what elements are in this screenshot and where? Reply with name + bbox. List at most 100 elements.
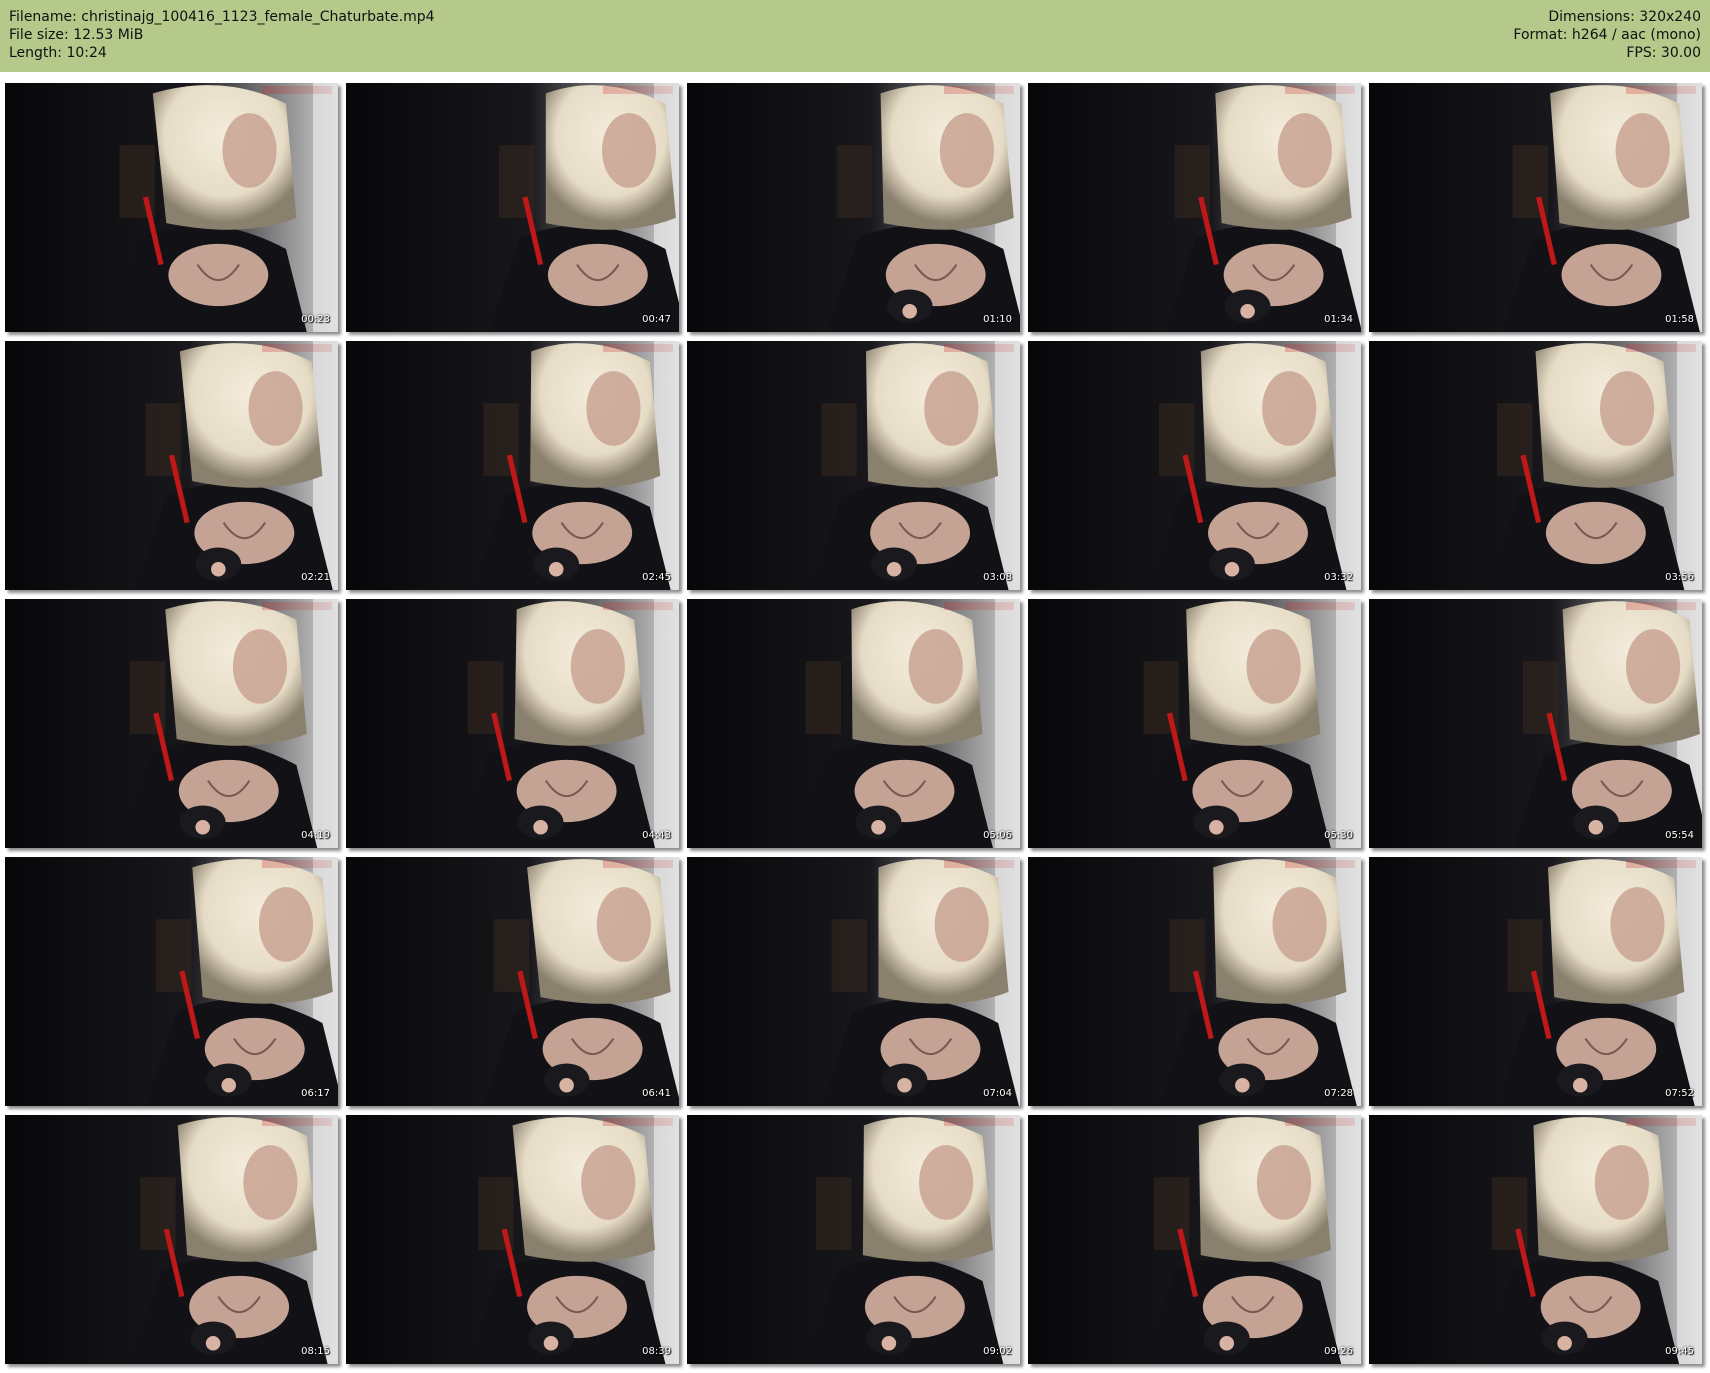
frame-timestamp: 09:45 — [1665, 1346, 1694, 1357]
frame-image — [5, 341, 338, 590]
frame-image — [346, 83, 679, 332]
watermark-logo — [262, 1118, 332, 1126]
frame-timestamp: 02:45 — [642, 572, 671, 583]
video-frame-thumbnail[interactable]: 09:26 — [1028, 1115, 1361, 1364]
video-frame-thumbnail[interactable]: 01:10 — [687, 83, 1020, 332]
frame-image — [687, 857, 1020, 1106]
video-frame-thumbnail[interactable]: 07:52 — [1369, 857, 1702, 1106]
frame-timestamp: 00:47 — [642, 314, 671, 325]
video-frame-thumbnail[interactable]: 01:34 — [1028, 83, 1361, 332]
frame-image — [1028, 599, 1361, 848]
video-frame-thumbnail[interactable]: 02:45 — [346, 341, 679, 590]
watermark-logo — [603, 1118, 673, 1126]
length-text: Length: 10:24 — [9, 45, 107, 61]
watermark-logo — [262, 86, 332, 94]
watermark-logo — [1285, 86, 1355, 94]
video-frame-thumbnail[interactable]: 00:47 — [346, 83, 679, 332]
video-frame-thumbnail[interactable]: 03:08 — [687, 341, 1020, 590]
video-frame-thumbnail[interactable]: 06:17 — [5, 857, 338, 1106]
video-frame-thumbnail[interactable]: 05:30 — [1028, 599, 1361, 848]
dimensions-text: Dimensions: 320x240 — [1548, 9, 1701, 25]
video-frame-thumbnail[interactable]: 03:32 — [1028, 341, 1361, 590]
frame-image — [687, 83, 1020, 332]
watermark-logo — [1285, 860, 1355, 868]
watermark-logo — [1626, 86, 1696, 94]
video-frame-thumbnail[interactable]: 04:43 — [346, 599, 679, 848]
video-frame-thumbnail[interactable]: 06:41 — [346, 857, 679, 1106]
frame-timestamp: 09:02 — [983, 1346, 1012, 1357]
frame-timestamp: 09:26 — [1324, 1346, 1353, 1357]
frame-timestamp: 08:15 — [301, 1346, 330, 1357]
video-frame-thumbnail[interactable]: 04:19 — [5, 599, 338, 848]
watermark-logo — [944, 602, 1014, 610]
frame-timestamp: 06:17 — [301, 1088, 330, 1099]
frame-timestamp: 06:41 — [642, 1088, 671, 1099]
frame-image — [1369, 1115, 1702, 1364]
video-frame-thumbnail[interactable]: 09:45 — [1369, 1115, 1702, 1364]
watermark-logo — [1626, 1118, 1696, 1126]
frame-timestamp: 04:19 — [301, 830, 330, 841]
info-header: Filename: christinajg_100416_1123_female… — [0, 0, 1710, 72]
watermark-logo — [603, 860, 673, 868]
thumbnail-grid: 00:23 00:47 01:10 01:34 01:58 02:21 02:4… — [5, 83, 1710, 1364]
watermark-logo — [1285, 344, 1355, 352]
watermark-logo — [262, 602, 332, 610]
video-frame-thumbnail[interactable]: 05:06 — [687, 599, 1020, 848]
frame-image — [346, 857, 679, 1106]
video-frame-thumbnail[interactable]: 00:23 — [5, 83, 338, 332]
frame-timestamp: 07:04 — [983, 1088, 1012, 1099]
frame-image — [346, 341, 679, 590]
frame-image — [1028, 341, 1361, 590]
frame-image — [1028, 1115, 1361, 1364]
video-frame-thumbnail[interactable]: 07:04 — [687, 857, 1020, 1106]
frame-image — [5, 1115, 338, 1364]
frame-timestamp: 02:21 — [301, 572, 330, 583]
frame-image — [346, 599, 679, 848]
watermark-logo — [1285, 1118, 1355, 1126]
frame-timestamp: 07:52 — [1665, 1088, 1694, 1099]
frame-timestamp: 01:10 — [983, 314, 1012, 325]
file-info-left: Filename: christinajg_100416_1123_female… — [9, 8, 435, 62]
video-frame-thumbnail[interactable]: 01:58 — [1369, 83, 1702, 332]
file-info-right: Dimensions: 320x240 Format: h264 / aac (… — [1513, 8, 1701, 62]
video-frame-thumbnail[interactable]: 05:54 — [1369, 599, 1702, 848]
watermark-logo — [603, 344, 673, 352]
video-frame-thumbnail[interactable]: 08:39 — [346, 1115, 679, 1364]
watermark-logo — [262, 860, 332, 868]
video-frame-thumbnail[interactable]: 07:28 — [1028, 857, 1361, 1106]
video-frame-thumbnail[interactable]: 02:21 — [5, 341, 338, 590]
watermark-logo — [944, 1118, 1014, 1126]
frame-timestamp: 01:58 — [1665, 314, 1694, 325]
watermark-logo — [1626, 344, 1696, 352]
frame-image — [687, 599, 1020, 848]
video-frame-thumbnail[interactable]: 09:02 — [687, 1115, 1020, 1364]
fps-text: FPS: 30.00 — [1626, 45, 1701, 61]
watermark-logo — [944, 86, 1014, 94]
frame-timestamp: 04:43 — [642, 830, 671, 841]
frame-image — [687, 341, 1020, 590]
frame-image — [346, 1115, 679, 1364]
frame-image — [1369, 83, 1702, 332]
frame-timestamp: 05:06 — [983, 830, 1012, 841]
frame-timestamp: 08:39 — [642, 1346, 671, 1357]
frame-timestamp: 03:08 — [983, 572, 1012, 583]
watermark-logo — [1626, 860, 1696, 868]
watermark-logo — [1285, 602, 1355, 610]
video-frame-thumbnail[interactable]: 08:15 — [5, 1115, 338, 1364]
video-frame-thumbnail[interactable]: 03:56 — [1369, 341, 1702, 590]
frame-image — [1369, 599, 1702, 848]
frame-timestamp: 05:30 — [1324, 830, 1353, 841]
watermark-logo — [603, 86, 673, 94]
frame-timestamp: 07:28 — [1324, 1088, 1353, 1099]
watermark-logo — [944, 860, 1014, 868]
watermark-logo — [603, 602, 673, 610]
frame-timestamp: 00:23 — [301, 314, 330, 325]
format-text: Format: h264 / aac (mono) — [1513, 27, 1701, 43]
frame-image — [5, 599, 338, 848]
frame-timestamp: 03:56 — [1665, 572, 1694, 583]
frame-image — [1028, 83, 1361, 332]
frame-timestamp: 05:54 — [1665, 830, 1694, 841]
watermark-logo — [944, 344, 1014, 352]
frame-image — [5, 83, 338, 332]
watermark-logo — [262, 344, 332, 352]
